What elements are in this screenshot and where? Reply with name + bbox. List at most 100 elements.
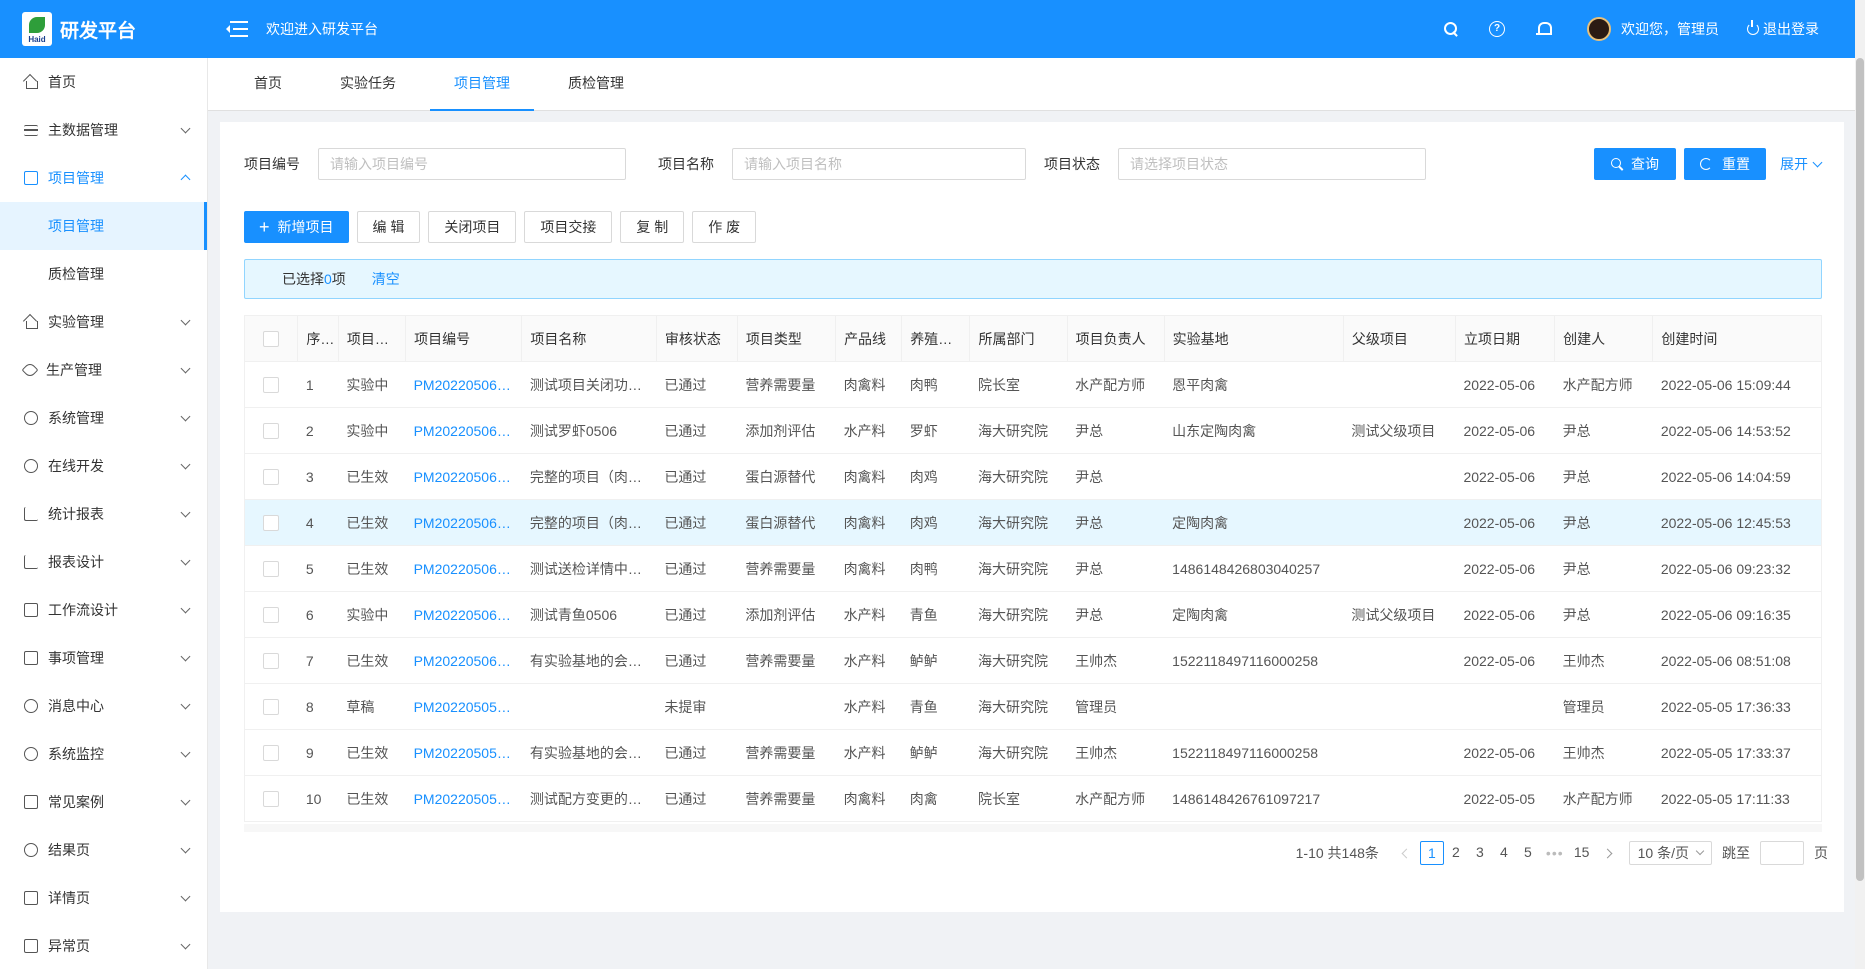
row-checkbox[interactable] <box>263 653 280 670</box>
table-row[interactable]: 6 实验中 PM20220506002 测试青鱼0506 已通过 添加剂评估 水产料 青鱼 海大… <box>243 591 1822 638</box>
table-row[interactable]: 8 草稿 PM20220505013 未提审 水产料 青鱼 海大研究院 管理员 管理员 2022-… <box>243 683 1822 730</box>
clear-selection-link[interactable]: 清空 <box>372 269 400 289</box>
project-code-link[interactable]: PM20220506008 <box>405 361 522 408</box>
project-code-link[interactable]: PM20220506001 <box>405 637 522 684</box>
sidebar-subitem-project-management[interactable]: 项目管理 <box>0 202 207 250</box>
edit-button[interactable]: 编 辑 <box>356 211 421 243</box>
page-5[interactable]: 5 <box>1516 841 1540 865</box>
table-cell: 肉鸭 <box>901 545 970 592</box>
table-cell: 海大研究院 <box>969 637 1068 684</box>
project-code-link[interactable]: PM20220506004 <box>405 499 522 546</box>
home-icon <box>24 315 38 329</box>
sidebar-item-experiment[interactable]: 实验管理 <box>0 298 207 346</box>
sidebar-item-messages[interactable]: 消息中心 <box>0 682 207 730</box>
sidebar-item-exception[interactable]: 异常页 <box>0 922 207 969</box>
sidebar-item-monitor[interactable]: 系统监控 <box>0 730 207 778</box>
table-row[interactable]: 10 已生效 PM20220505011 测试配方变更的前... 已通过 营养需要量 肉禽料… <box>243 775 1822 822</box>
sidebar-item-report-design[interactable]: 报表设计 <box>0 538 207 586</box>
row-checkbox[interactable] <box>263 423 280 440</box>
project-code-link[interactable]: PM20220506005 <box>405 453 522 500</box>
user-greeting[interactable]: 欢迎您，管理员 <box>1621 19 1719 39</box>
sidebar-subitem-quality-management[interactable]: 质检管理 <box>0 250 207 298</box>
table-cell: 营养需要量 <box>737 637 836 684</box>
search-icon[interactable] <box>1443 21 1459 37</box>
table-row[interactable]: 3 已生效 PM20220506005 完整的项目（肉禽3... 已通过 蛋白源替代 肉禽料… <box>243 453 1822 500</box>
project-name-input[interactable] <box>732 148 1026 180</box>
scrollbar-thumb[interactable] <box>1856 58 1864 881</box>
next-page-icon[interactable] <box>1602 848 1613 858</box>
tab-project-management[interactable]: 项目管理 <box>430 58 534 111</box>
handover-project-button[interactable]: 项目交接 <box>524 211 613 243</box>
row-checkbox[interactable] <box>263 791 280 808</box>
table-cell: 添加剂评估 <box>737 407 836 454</box>
page-1[interactable]: 1 <box>1419 841 1444 865</box>
sidebar-item-result[interactable]: 结果页 <box>0 826 207 874</box>
table-row[interactable]: 7 已生效 PM20220506001 有实验基地的会审(... 已通过 营养需要量 水产料… <box>243 637 1822 684</box>
project-code-link[interactable]: PM20220506003 <box>405 545 522 592</box>
project-code-link[interactable]: PM20220506007 <box>405 407 522 454</box>
void-button[interactable]: 作 废 <box>692 211 757 243</box>
table-row[interactable]: 1 实验中 PM20220506008 测试项目关闭功能... 已通过 营养需要量 肉禽料肉… <box>243 361 1822 408</box>
avatar[interactable] <box>1587 17 1611 41</box>
page-scrollbar[interactable] <box>1855 0 1865 969</box>
sidebar-item-online-dev[interactable]: 在线开发 <box>0 442 207 490</box>
project-code-link[interactable]: PM20220505011 <box>405 775 522 822</box>
page-3[interactable]: 3 <box>1468 841 1492 865</box>
page-2[interactable]: 2 <box>1444 841 1468 865</box>
sidebar-item-master-data[interactable]: 主数据管理 <box>0 106 207 154</box>
project-code-input[interactable] <box>318 148 626 180</box>
prev-page-icon[interactable] <box>1401 848 1412 858</box>
column-header: 立项日期 <box>1455 315 1556 362</box>
tab-experiment-tasks[interactable]: 实验任务 <box>316 58 420 111</box>
page-last[interactable]: 15 <box>1570 841 1594 865</box>
sidebar-item-matters[interactable]: 事项管理 <box>0 634 207 682</box>
select-all-checkbox[interactable] <box>263 331 280 348</box>
sidebar-item-detail[interactable]: 详情页 <box>0 874 207 922</box>
table-horizontal-scrollbar[interactable] <box>244 824 1822 832</box>
sidebar-item-statistics[interactable]: 统计报表 <box>0 490 207 538</box>
logout-button[interactable]: 退出登录 <box>1747 19 1819 39</box>
tab-home[interactable]: 首页 <box>230 58 306 111</box>
copy-button[interactable]: 复 制 <box>620 211 685 243</box>
tab-quality-management[interactable]: 质检管理 <box>544 58 648 111</box>
table-row[interactable]: 2 实验中 PM20220506007 测试罗虾0506 已通过 添加剂评估 水产料 罗虾 海大… <box>243 407 1822 454</box>
page-size-select[interactable]: 10 条/页 <box>1628 841 1712 865</box>
table-cell <box>1343 545 1456 592</box>
query-button[interactable]: 查询 <box>1594 148 1676 180</box>
project-code-link[interactable]: PM20220506002 <box>405 591 522 638</box>
sidebar-item-system[interactable]: 系统管理 <box>0 394 207 442</box>
logo[interactable]: Haid 研发平台 <box>0 0 208 58</box>
project-status-select[interactable] <box>1118 148 1426 180</box>
sidebar-item-production[interactable]: 生产管理 <box>0 346 207 394</box>
table-row[interactable]: 4 已生效 PM20220506004 完整的项目（肉禽3... 已通过 蛋白源替代 肉禽料… <box>243 499 1822 546</box>
mail-icon <box>24 651 38 665</box>
row-checkbox[interactable] <box>263 469 280 486</box>
reset-button[interactable]: 重置 <box>1684 148 1766 180</box>
table-cell: 尹总 <box>1554 591 1653 638</box>
jump-page-input[interactable] <box>1760 841 1804 865</box>
table-cell: 肉鸡 <box>901 499 970 546</box>
project-code-link[interactable]: PM20220505012 <box>405 729 522 776</box>
sidebar-item-cases[interactable]: 常见案例 <box>0 778 207 826</box>
row-checkbox[interactable] <box>263 607 280 624</box>
table-row[interactable]: 5 已生效 PM20220506003 测试送检详情中的... 已通过 营养需要量 肉禽料肉… <box>243 545 1822 592</box>
page-ellipsis[interactable]: ••• <box>1546 845 1564 861</box>
table-cell: 已通过 <box>656 545 738 592</box>
sidebar-item-project-management[interactable]: 项目管理 <box>0 154 207 202</box>
row-checkbox[interactable] <box>263 515 280 532</box>
sidebar-item-home[interactable]: 首页 <box>0 58 207 106</box>
menu-fold-icon[interactable] <box>226 20 248 38</box>
expand-toggle[interactable]: 展开 <box>1780 154 1823 174</box>
close-project-button[interactable]: 关闭项目 <box>428 211 517 243</box>
add-project-button[interactable]: + 新增项目 <box>244 211 349 243</box>
row-checkbox[interactable] <box>263 699 280 716</box>
row-checkbox[interactable] <box>263 377 280 394</box>
project-code-link[interactable]: PM20220505013 <box>405 683 522 730</box>
row-checkbox[interactable] <box>263 561 280 578</box>
sidebar-item-workflow[interactable]: 工作流设计 <box>0 586 207 634</box>
bell-icon[interactable] <box>1535 21 1552 37</box>
row-checkbox[interactable] <box>263 745 280 762</box>
page-4[interactable]: 4 <box>1492 841 1516 865</box>
help-icon[interactable]: ? <box>1489 21 1505 37</box>
table-row[interactable]: 9 已生效 PM20220505012 有实验基地的会审(... 已通过 营养需要量 水产料… <box>243 729 1822 776</box>
